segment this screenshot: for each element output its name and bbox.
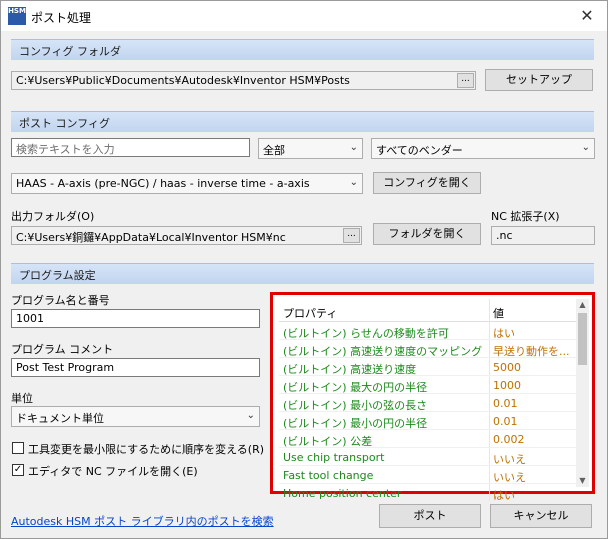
- property-row[interactable]: Fast tool change いいえ: [279, 466, 579, 484]
- category-filter-value: 全部: [263, 144, 285, 157]
- chevron-down-icon: ⌄: [349, 142, 358, 153]
- property-name: (ビルトイン) 公差: [283, 435, 373, 448]
- cancel-button[interactable]: キャンセル: [490, 504, 592, 528]
- property-name: (ビルトイン) 高速送り速度のマッピング: [283, 345, 483, 358]
- property-value[interactable]: はい: [493, 325, 577, 341]
- open-folder-button[interactable]: フォルダを開く: [373, 223, 481, 245]
- category-filter-select[interactable]: 全部 ⌄: [258, 138, 363, 159]
- post-config-value: HAAS - A-axis (pre-NGC) / haas - inverse…: [16, 177, 310, 190]
- program-comment-input[interactable]: Post Test Program: [11, 358, 260, 377]
- section-title: コンフィグ フォルダ: [19, 45, 121, 58]
- property-row[interactable]: Use chip transport いいえ: [279, 448, 579, 466]
- value-column-header: 値: [493, 307, 504, 320]
- reorder-tools-label: 工具変更を最小限にするために順序を変える(R): [28, 443, 265, 456]
- scroll-up-arrow-icon[interactable]: ▲: [576, 299, 589, 311]
- property-row[interactable]: (ビルトイン) らせんの移動を許可 はい: [279, 322, 579, 340]
- search-placeholder: 検索テキストを入力: [16, 143, 115, 156]
- property-grid-header: プロパティ 値: [279, 299, 579, 322]
- property-value[interactable]: 0.01: [493, 397, 577, 410]
- program-name-label: プログラム名と番号: [11, 294, 110, 307]
- chevron-down-icon: ⌄: [581, 142, 590, 153]
- output-folder-path-field[interactable]: C:¥Users¥銅鑼¥AppData¥Local¥Inventor HSM¥n…: [11, 226, 362, 245]
- property-value[interactable]: はい: [493, 487, 577, 503]
- config-folder-browse-button[interactable]: ...: [457, 73, 474, 88]
- program-name-input[interactable]: 1001: [11, 309, 260, 328]
- property-name: Home position center: [283, 487, 402, 500]
- property-grid: プロパティ 値 (ビルトイン) らせんの移動を許可 はい (ビルトイン) 高速送り…: [270, 292, 595, 502]
- checkmark-icon: ✓: [13, 464, 23, 475]
- property-row[interactable]: (ビルトイン) 最小の弦の長さ 0.01: [279, 394, 579, 412]
- window-title: ポスト処理: [31, 11, 92, 25]
- property-value[interactable]: いいえ: [493, 451, 577, 467]
- hsm-app-icon: HSM: [8, 7, 26, 25]
- property-row[interactable]: (ビルトイン) 公差 0.002: [279, 430, 579, 448]
- open-in-editor-checkbox[interactable]: ✓: [12, 464, 24, 476]
- program-comment-label: プログラム コメント: [11, 343, 114, 356]
- property-value[interactable]: 早送り動作を...: [493, 343, 577, 359]
- property-grid-body: プロパティ 値 (ビルトイン) らせんの移動を許可 はい (ビルトイン) 高速送り…: [279, 299, 579, 502]
- property-row[interactable]: Home position center はい: [279, 484, 579, 502]
- output-folder-path-text: C:¥Users¥銅鑼¥AppData¥Local¥Inventor HSM¥n…: [16, 231, 286, 244]
- scroll-down-arrow-icon[interactable]: ▼: [576, 475, 589, 487]
- property-row[interactable]: (ビルトイン) 高速送り速度 5000: [279, 358, 579, 376]
- program-settings-section-header: プログラム設定: [11, 263, 594, 284]
- config-folder-path-text: C:¥Users¥Public¥Documents¥Autodesk¥Inven…: [16, 74, 350, 87]
- property-value[interactable]: いいえ: [493, 469, 577, 485]
- unit-label: 単位: [11, 392, 33, 405]
- nc-extension-value: .nc: [496, 229, 513, 242]
- property-name: (ビルトイン) 高速送り速度: [283, 363, 417, 376]
- reorder-tools-checkbox[interactable]: [12, 442, 24, 454]
- section-title: プログラム設定: [19, 269, 96, 282]
- property-value[interactable]: 0.01: [493, 415, 577, 428]
- program-name-value: 1001: [16, 312, 44, 325]
- property-value[interactable]: 0.002: [493, 433, 577, 446]
- search-input[interactable]: 検索テキストを入力: [11, 138, 250, 157]
- property-grid-scrollbar[interactable]: ▲ ▼: [576, 299, 589, 487]
- chevron-down-icon: ⌄: [246, 410, 255, 421]
- vendor-filter-value: すべてのベンダー: [376, 144, 463, 157]
- property-name: (ビルトイン) 最小の円の半径: [283, 417, 428, 430]
- output-folder-label: 出力フォルダ(O): [11, 210, 95, 223]
- nc-extension-field[interactable]: .nc: [491, 226, 595, 245]
- post-library-link[interactable]: Autodesk HSM ポスト ライブラリ内のポストを検索: [11, 513, 274, 529]
- property-name: (ビルトイン) らせんの移動を許可: [283, 327, 449, 340]
- property-name: Fast tool change: [283, 469, 374, 482]
- property-value[interactable]: 5000: [493, 361, 577, 374]
- nc-extension-label: NC 拡張子(X): [491, 210, 560, 223]
- property-name: (ビルトイン) 最大の円の半径: [283, 381, 428, 394]
- unit-select[interactable]: ドキュメント単位 ⌄: [11, 406, 260, 427]
- post-process-dialog: HSM ポスト処理 ✕ コンフィグ フォルダ C:¥Users¥Public¥D…: [0, 0, 608, 539]
- output-folder-browse-button[interactable]: ...: [343, 228, 360, 243]
- property-column-header: プロパティ: [283, 307, 338, 320]
- scrollbar-thumb[interactable]: [578, 313, 587, 365]
- config-folder-path-field[interactable]: C:¥Users¥Public¥Documents¥Autodesk¥Inven…: [11, 71, 476, 90]
- program-comment-value: Post Test Program: [16, 361, 115, 374]
- property-row[interactable]: (ビルトイン) 高速送り速度のマッピング 早送り動作を...: [279, 340, 579, 358]
- section-title: ポスト コンフィグ: [19, 117, 110, 130]
- post-button[interactable]: ポスト: [379, 504, 481, 528]
- config-folder-section-header: コンフィグ フォルダ: [11, 39, 594, 60]
- close-button[interactable]: ✕: [567, 1, 607, 31]
- chevron-down-icon: ⌄: [349, 177, 358, 188]
- setup-button[interactable]: セットアップ: [485, 69, 593, 91]
- property-row[interactable]: (ビルトイン) 最小の円の半径 0.01: [279, 412, 579, 430]
- open-config-button[interactable]: コンフィグを開く: [373, 172, 481, 194]
- open-in-editor-label: エディタで NC ファイルを開く(E): [28, 465, 198, 478]
- unit-value: ドキュメント単位: [16, 412, 104, 425]
- post-config-section-header: ポスト コンフィグ: [11, 111, 594, 132]
- title-bar: HSM ポスト処理 ✕: [1, 1, 607, 31]
- property-value[interactable]: 1000: [493, 379, 577, 392]
- post-config-select[interactable]: HAAS - A-axis (pre-NGC) / haas - inverse…: [11, 173, 363, 194]
- property-row[interactable]: (ビルトイン) 最大の円の半径 1000: [279, 376, 579, 394]
- vendor-filter-select[interactable]: すべてのベンダー ⌄: [371, 138, 595, 159]
- property-name: Use chip transport: [283, 451, 385, 464]
- property-name: (ビルトイン) 最小の弦の長さ: [283, 399, 428, 412]
